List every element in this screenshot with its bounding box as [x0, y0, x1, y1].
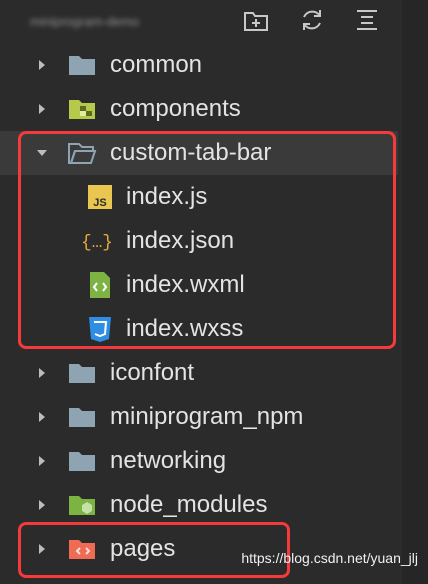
chevron-right-icon[interactable]	[34, 453, 50, 469]
chevron-right-icon[interactable]	[34, 409, 50, 425]
node-modules-folder-icon	[69, 496, 95, 515]
chevron-right-icon[interactable]	[34, 365, 50, 381]
collapse-all-icon[interactable]	[352, 5, 382, 35]
explorer-toolbar: miniprogram-demo	[0, 0, 428, 40]
project-name: miniprogram-demo	[30, 14, 140, 28]
chevron-right-icon[interactable]	[34, 101, 50, 117]
tree-item-node-modules[interactable]: node_modules	[0, 483, 398, 527]
refresh-icon[interactable]	[297, 5, 327, 35]
folder-icon	[69, 408, 95, 427]
tree-item-label: iconfont	[110, 359, 195, 386]
tree-item-iconfont[interactable]: iconfont	[0, 351, 398, 395]
new-folder-icon[interactable]	[241, 5, 271, 35]
scrollbar-track[interactable]	[402, 0, 428, 584]
components-folder-icon	[69, 100, 95, 119]
tree-item-label: networking	[110, 447, 227, 474]
tree-item-label: node_modules	[110, 491, 268, 518]
chevron-right-icon[interactable]	[34, 497, 50, 513]
folder-icon	[69, 56, 95, 75]
tree-item-networking[interactable]: networking	[0, 439, 398, 483]
highlight-box-custom-tab-bar	[18, 131, 396, 349]
folder-icon	[69, 452, 95, 471]
chevron-right-icon[interactable]	[34, 57, 50, 73]
tree-item-label: miniprogram_npm	[110, 403, 304, 430]
folder-icon	[69, 364, 95, 383]
tree-item-label: common	[110, 51, 203, 78]
tree-item-miniprogram-npm[interactable]: miniprogram_npm	[0, 395, 398, 439]
tree-item-components[interactable]: components	[0, 87, 398, 131]
tree-item-label: components	[110, 95, 241, 122]
tree-item-common[interactable]: common	[0, 43, 398, 87]
watermark: https://blog.csdn.net/yuan_jlj	[241, 550, 418, 566]
